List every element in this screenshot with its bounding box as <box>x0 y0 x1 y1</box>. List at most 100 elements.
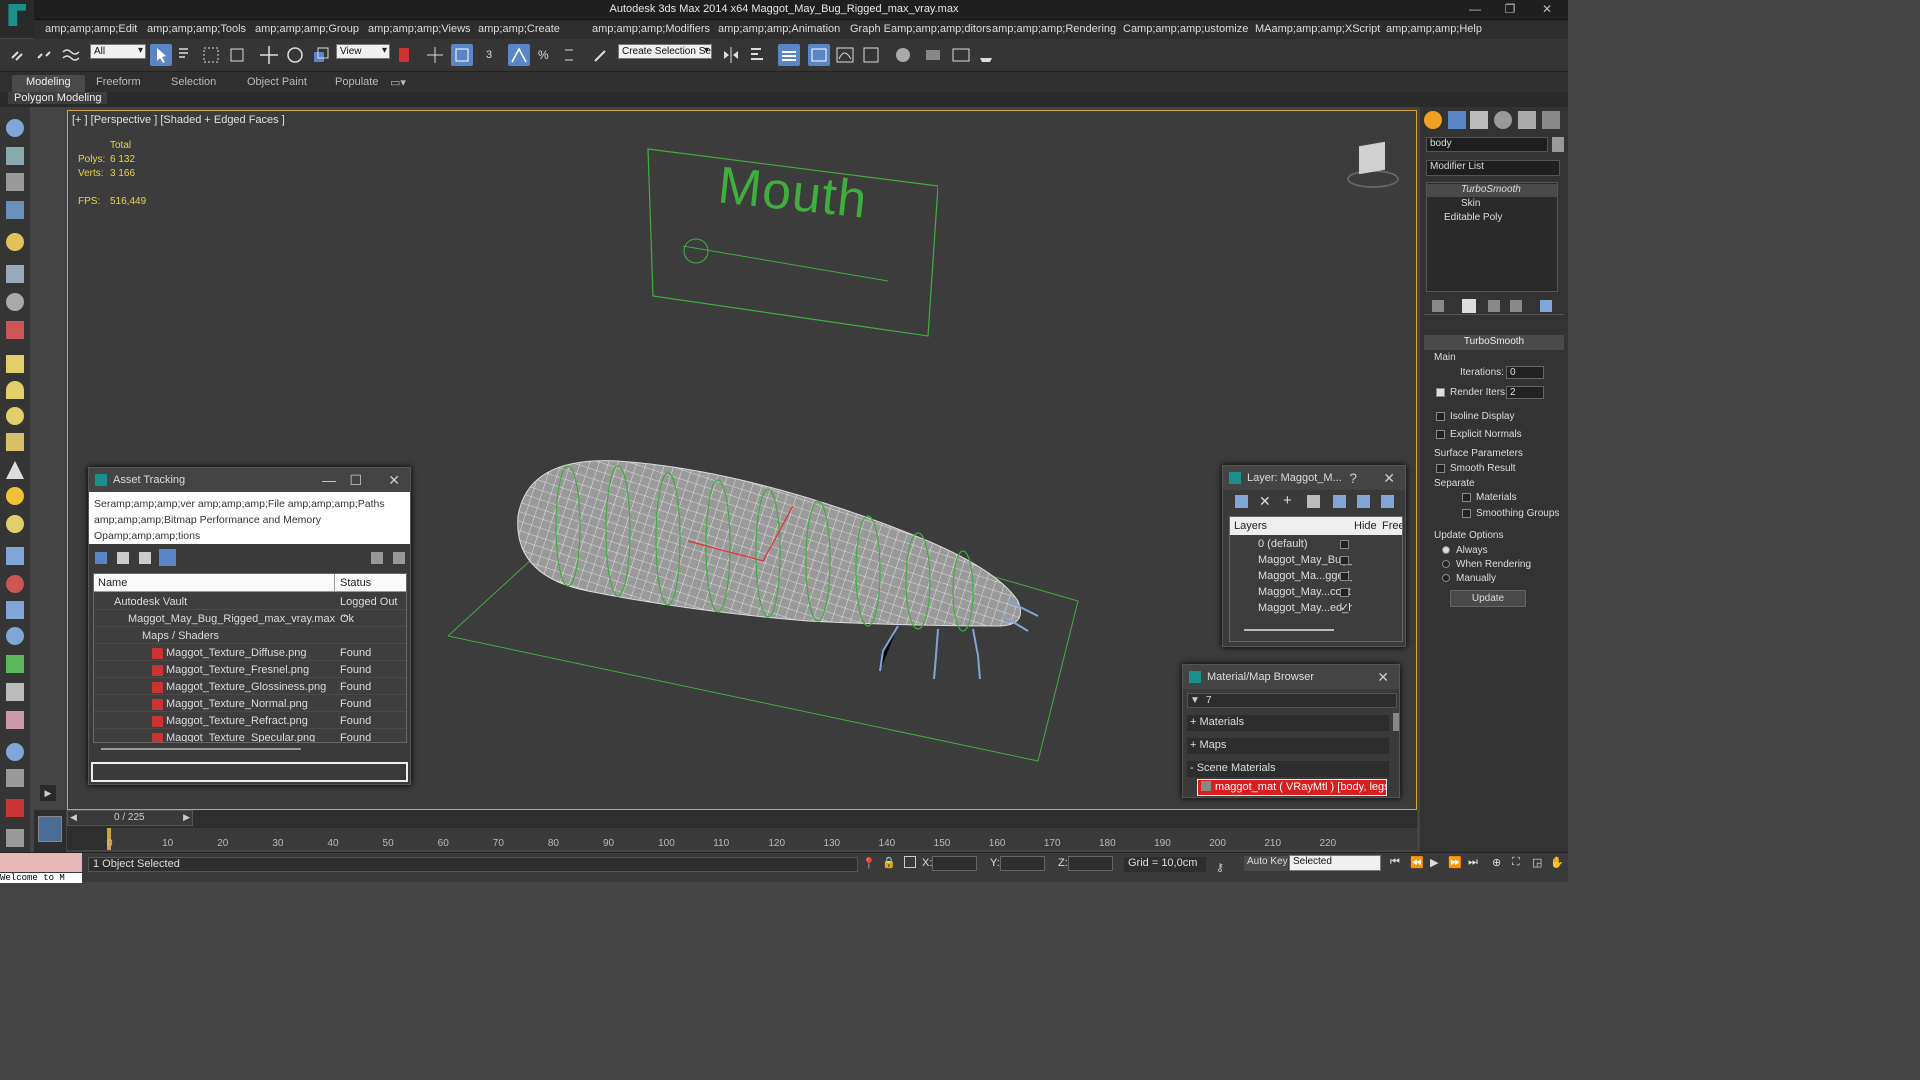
grid-icon[interactable] <box>6 201 24 219</box>
menu-graph-editors[interactable]: Graph Eamp;amp;amp;ditors <box>850 23 991 35</box>
layer-manager-titlebar[interactable]: Layer: Maggot_M... ? ✕ <box>1223 466 1405 490</box>
welcome-field[interactable]: Welcome to M <box>0 873 82 883</box>
plant-icon[interactable] <box>6 655 24 673</box>
particle-icon[interactable] <box>6 547 24 565</box>
helper-icon[interactable] <box>6 293 24 311</box>
snaps-toggle-icon[interactable]: 3 <box>482 44 504 66</box>
tab-freeform[interactable]: Freeform <box>82 75 155 92</box>
align-icon[interactable] <box>746 44 768 66</box>
menu-group[interactable]: amp;amp;amp;Group <box>255 23 359 35</box>
grid-view-icon[interactable] <box>159 549 176 566</box>
time-slider[interactable]: ◀ 0 / 225 ▶ <box>67 810 193 826</box>
asset-tracking-maximize[interactable]: ☐ <box>349 472 362 489</box>
auto-key-button[interactable]: Auto Key <box>1244 856 1288 871</box>
bind-spacewarp-icon[interactable] <box>60 44 82 66</box>
render-setup-icon[interactable] <box>922 44 944 66</box>
col-layers-header[interactable]: Layers <box>1234 520 1267 532</box>
layer-current-checkbox[interactable] <box>1340 540 1349 549</box>
y-coordinate-field[interactable] <box>1000 856 1045 871</box>
material-browser-titlebar[interactable]: Material/Map Browser ✕ <box>1183 665 1399 689</box>
object-name-field[interactable]: body <box>1426 137 1548 152</box>
asset-menu-line3[interactable]: Opamp;amp;amp;tions <box>94 528 405 544</box>
prev-key-icon[interactable]: ⏪ <box>1410 856 1424 869</box>
prev-frame-icon[interactable]: ◀ <box>70 812 77 823</box>
zoom-extents-icon[interactable]: ⛶ <box>1512 856 1520 869</box>
menu-create[interactable]: amp;amp;Create <box>478 23 560 35</box>
display-tab-icon[interactable] <box>1518 111 1536 129</box>
layer-current-checkbox[interactable] <box>1340 572 1349 581</box>
menu-help[interactable]: amp;amp;amp;Help <box>1386 23 1482 35</box>
fov-icon[interactable]: ◲ <box>1532 856 1542 869</box>
help-context-icon[interactable] <box>393 552 405 564</box>
layer-help-button[interactable]: ? <box>1349 470 1357 486</box>
select-manipulate-icon[interactable] <box>424 44 446 66</box>
sun-icon[interactable] <box>6 487 24 505</box>
material-search-input[interactable]: 7 <box>1206 695 1212 706</box>
col-freeze-header[interactable]: Free <box>1382 520 1402 532</box>
freeze-all-layers-icon[interactable] <box>1381 495 1394 508</box>
render-production-icon[interactable] <box>976 44 998 66</box>
scale-icon[interactable] <box>310 44 332 66</box>
viewcube[interactable] <box>1343 136 1401 194</box>
layer-current-checkmark-icon[interactable]: ✓ <box>1340 601 1349 614</box>
highlight-selected-icon[interactable] <box>1333 495 1346 508</box>
next-key-icon[interactable]: ⏩ <box>1448 856 1462 869</box>
iterations-spinner[interactable]: 0 <box>1506 366 1544 379</box>
select-object-icon[interactable] <box>150 44 172 66</box>
create-tab-icon[interactable] <box>1424 111 1442 129</box>
make-unique-icon[interactable] <box>1488 300 1500 312</box>
curve-editor-icon[interactable] <box>834 44 856 66</box>
calculator-icon[interactable] <box>6 829 24 847</box>
table-row[interactable]: Maggot_May_Bug_Rigged_max_vray.max Ok <box>94 611 406 627</box>
menu-views[interactable]: amp;amp;amp;Views <box>368 23 471 35</box>
modify-tab-icon[interactable] <box>1448 111 1466 129</box>
camera-icon[interactable] <box>6 265 24 283</box>
layer-row[interactable]: Maggot_May...ed_h ✓ <box>1232 600 1402 616</box>
stack-item-turbosmooth[interactable]: TurboSmooth <box>1427 184 1557 197</box>
spinner-snap-icon[interactable] <box>560 44 582 66</box>
polygon-modeling-panel[interactable]: Polygon Modeling <box>8 92 108 104</box>
asset-tracking-titlebar[interactable]: Asset Tracking — ☐ ✕ <box>89 468 410 492</box>
hair-fur-icon[interactable] <box>6 683 24 701</box>
maggot-mesh[interactable] <box>508 451 1068 711</box>
layer-manager-icon[interactable] <box>778 44 800 66</box>
bone-icon[interactable] <box>6 575 24 593</box>
separate-materials-checkbox[interactable] <box>1462 493 1471 502</box>
window-crossing-icon[interactable] <box>226 44 248 66</box>
update-always-radio[interactable] <box>1442 546 1450 554</box>
list-icon[interactable] <box>6 173 24 191</box>
selection-filter-dropdown[interactable]: All <box>90 44 146 59</box>
next-frame-icon[interactable]: ▶ <box>183 812 190 823</box>
tab-modeling[interactable]: Modeling <box>12 75 85 92</box>
layer-row[interactable]: 0 (default) <box>1232 536 1402 552</box>
angle-snap-icon[interactable] <box>508 44 530 66</box>
table-row[interactable]: Maggot_Texture_Fresnel.png Found <box>94 662 406 678</box>
cloth-icon[interactable] <box>6 711 24 729</box>
table-row[interactable]: Autodesk Vault Logged Out ... <box>94 594 406 620</box>
layer-manager-close[interactable]: ✕ <box>1383 470 1395 487</box>
zoom-icon[interactable]: ⊕ <box>1492 856 1501 869</box>
horizontal-scrollbar[interactable] <box>101 748 301 750</box>
separate-smoothing-groups-checkbox[interactable] <box>1462 509 1471 518</box>
col-hide-header[interactable]: Hide <box>1354 520 1377 532</box>
layer-row[interactable]: Maggot_May...cont <box>1232 584 1402 600</box>
delete-layer-icon[interactable]: ✕ <box>1259 493 1271 510</box>
mirror-icon[interactable] <box>720 44 742 66</box>
isoline-display-checkbox[interactable] <box>1436 412 1445 421</box>
goto-end-icon[interactable]: ⏭ <box>1468 856 1478 869</box>
mini-curve-toggle[interactable] <box>34 810 66 852</box>
turbosmooth-rollout-title[interactable]: TurboSmooth <box>1424 335 1564 350</box>
render-icon[interactable] <box>6 147 24 165</box>
explicit-normals-checkbox[interactable] <box>1436 430 1445 439</box>
material-browser-scrollbar[interactable] <box>1393 713 1399 731</box>
menu-maxscript[interactable]: MAamp;amp;amp;XScript <box>1255 23 1380 35</box>
tab-selection[interactable]: Selection <box>157 75 230 92</box>
maximize-button[interactable]: ❐ <box>1495 2 1525 18</box>
smooth-result-checkbox[interactable] <box>1436 464 1445 473</box>
configure-sets-icon[interactable] <box>1540 300 1552 312</box>
layer-row[interactable]: Maggot_May_Bug_F <box>1232 552 1402 568</box>
teapot-red-icon[interactable] <box>6 321 24 339</box>
table-row[interactable]: Maps / Shaders <box>94 628 406 644</box>
motion-tab-icon[interactable] <box>1494 111 1512 129</box>
render-iters-spinner[interactable]: 2 <box>1506 386 1544 399</box>
